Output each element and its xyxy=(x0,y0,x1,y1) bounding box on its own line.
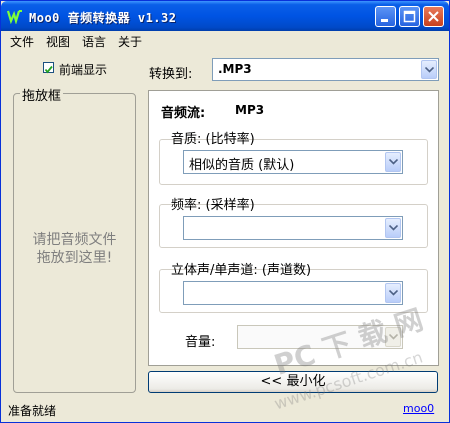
audio-stream-label: 音频流: xyxy=(161,106,206,121)
menu-about[interactable]: 关于 xyxy=(118,33,142,50)
channels-select[interactable] xyxy=(183,281,403,305)
status-text: 准备就绪 xyxy=(8,404,57,418)
convert-to-label: 转换到: xyxy=(149,67,193,82)
menu-bar: 文件 视图 语言 关于 xyxy=(1,31,449,50)
app-window: Moo0 音频转换器 v1.32 文件 视图 语言 关于 前端显示 拖放框 请把… xyxy=(0,0,450,423)
maximize-icon xyxy=(403,10,416,23)
drop-zone-hint-line1: 请把音频文件 xyxy=(32,232,117,248)
close-window-button[interactable] xyxy=(423,6,444,27)
drop-zone-title: 拖放框 xyxy=(20,85,64,104)
checkmark-icon xyxy=(44,65,53,74)
quality-select[interactable]: 相似的音质 (默认) xyxy=(183,150,403,174)
title-bar[interactable]: Moo0 音频转换器 v1.32 xyxy=(1,1,449,31)
output-format-value: .MP3 xyxy=(218,62,252,76)
chevron-down-icon[interactable] xyxy=(385,283,401,303)
output-format-select[interactable]: .MP3 xyxy=(212,58,439,81)
minimize-window-button[interactable] xyxy=(375,6,396,27)
chevron-down-icon[interactable] xyxy=(385,152,401,172)
close-icon xyxy=(428,11,439,22)
audio-stream-value: MP3 xyxy=(235,103,265,117)
maximize-window-button[interactable] xyxy=(399,6,420,27)
menu-view[interactable]: 视图 xyxy=(46,33,70,50)
quality-label: 音质: (比特率) xyxy=(171,132,255,147)
drop-zone-hint-line2: 拖放到这里! xyxy=(36,250,113,266)
volume-label: 音量: xyxy=(185,335,216,350)
always-on-top-checkbox[interactable] xyxy=(43,62,54,74)
chevron-down-icon[interactable] xyxy=(385,218,401,238)
window-title: Moo0 音频转换器 v1.32 xyxy=(29,11,177,25)
menu-file[interactable]: 文件 xyxy=(10,33,34,50)
drop-zone-hint: 请把音频文件 拖放到这里! xyxy=(13,231,136,267)
menu-language[interactable]: 语言 xyxy=(82,33,106,50)
chevron-down-icon[interactable] xyxy=(421,60,437,79)
frequency-select[interactable] xyxy=(183,216,403,240)
minimize-icon xyxy=(381,19,388,22)
quality-value: 相似的音质 (默认) xyxy=(189,158,295,173)
always-on-top-label: 前端显示 xyxy=(59,63,108,77)
channels-label: 立体声/单声道: (声道数) xyxy=(171,263,312,278)
app-logo-icon xyxy=(7,10,22,24)
frequency-label: 频率: (采样率) xyxy=(171,198,255,213)
moo0-link[interactable]: moo0 xyxy=(403,402,434,415)
